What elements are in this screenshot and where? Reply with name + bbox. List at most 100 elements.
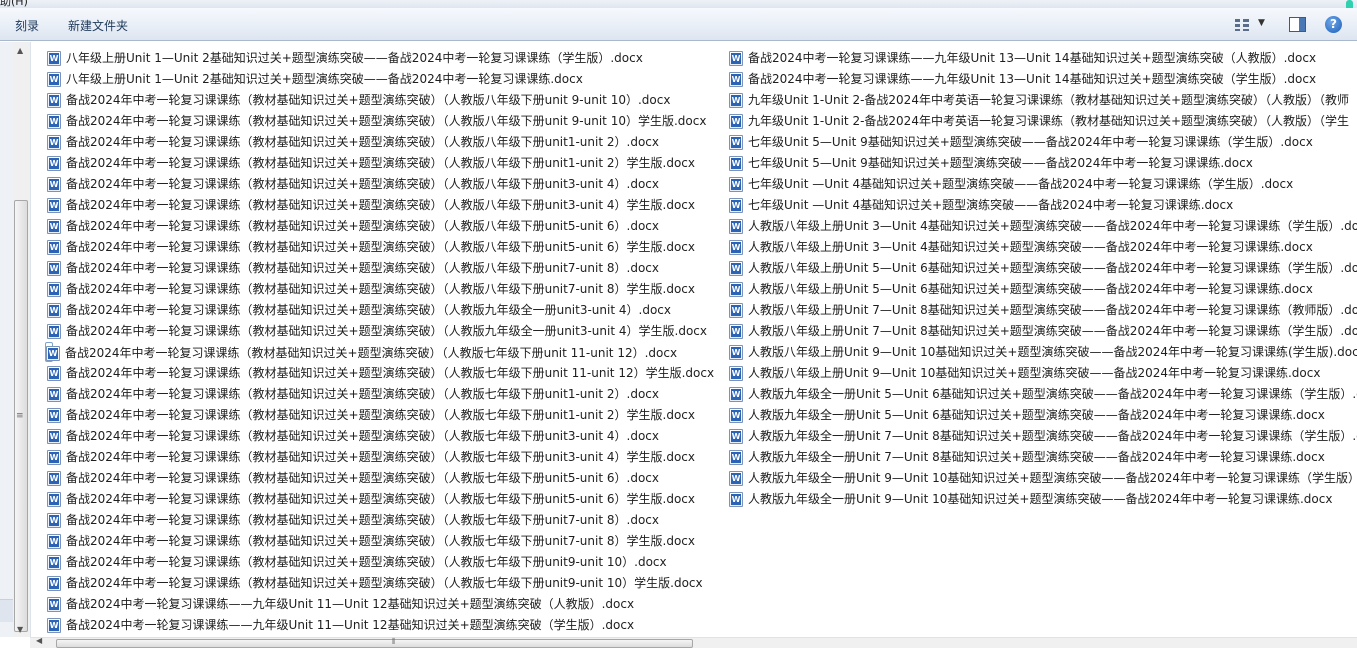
file-name: 备战2024年中考一轮复习课课练（教材基础知识过关+题型演练突破）（人教版八年级…: [66, 219, 659, 233]
file-name: 备战2024中考一轮复习课课练——九年级Unit 11—Unit 12基础知识过…: [66, 618, 635, 632]
scroll-left-icon[interactable]: ◀: [36, 636, 42, 645]
menu-bar: 助(H): [0, 0, 1357, 8]
file-name: 人教版八年级上册Unit 5—Unit 6基础知识过关+题型演练突破——备战20…: [748, 261, 1357, 275]
word-document-icon: [729, 156, 743, 171]
word-document-icon: [729, 135, 743, 150]
file-name: 八年级上册Unit 1—Unit 2基础知识过关+题型演练突破——备战2024中…: [66, 72, 583, 86]
preview-pane-icon[interactable]: [1289, 17, 1306, 32]
word-document-icon: [729, 471, 743, 486]
word-document-icon: [729, 324, 743, 339]
file-name: 人教版九年级全一册Unit 7—Unit 8基础知识过关+题型演练突破——备战2…: [748, 450, 1325, 464]
word-document-icon: [729, 282, 743, 297]
file-name: 备战2024年中考一轮复习课课练（教材基础知识过关+题型演练突破）（人教版七年级…: [66, 408, 695, 422]
word-document-icon: [729, 366, 743, 381]
file-name: 人教版八年级上册Unit 3—Unit 4基础知识过关+题型演练突破——备战20…: [748, 240, 1313, 254]
word-document-icon: [729, 450, 743, 465]
word-document-icon: [47, 324, 61, 339]
file-name: 七年级Unit —Unit 4基础知识过关+题型演练突破——备战2024中考一轮…: [748, 198, 1234, 212]
navigation-pane-item[interactable]: [0, 599, 13, 622]
word-document-icon: [729, 177, 743, 192]
file-name: 备战2024年中考一轮复习课课练（教材基础知识过关+题型演练突破）（人教版八年级…: [66, 156, 695, 170]
word-document-icon: [47, 135, 61, 150]
word-document-icon: [47, 387, 61, 402]
file-name: 九年级Unit 1-Unit 2-备战2024年中考英语一轮复习课课练（教材基础…: [748, 114, 1350, 128]
word-document-icon: [47, 408, 61, 423]
file-name: 备战2024年中考一轮复习课课练（教材基础知识过关+题型演练突破）（人教版七年级…: [66, 555, 667, 569]
word-document-icon: [47, 618, 61, 633]
file-name: 备战2024年中考一轮复习课课练（教材基础知识过关+题型演练突破）（人教版八年级…: [66, 282, 695, 296]
word-document-icon: [47, 492, 61, 507]
word-document-icon: [47, 429, 61, 444]
word-document-icon: [47, 282, 61, 297]
file-name: 备战2024年中考一轮复习课课练（教材基础知识过关+题型演练突破）（人教版七年级…: [65, 346, 678, 360]
word-document-icon: [729, 429, 743, 444]
word-document-icon: [729, 387, 743, 402]
file-name: 备战2024年中考一轮复习课课练（教材基础知识过关+题型演练突破）（人教版七年级…: [66, 450, 695, 464]
file-name: 备战2024年中考一轮复习课课练（教材基础知识过关+题型演练突破）（人教版七年级…: [66, 387, 659, 401]
file-name: 七年级Unit —Unit 4基础知识过关+题型演练突破——备战2024中考一轮…: [748, 177, 1294, 191]
file-name: 人教版八年级上册Unit 5—Unit 6基础知识过关+题型演练突破——备战20…: [748, 282, 1313, 296]
new-folder-button[interactable]: 新建文件夹: [68, 17, 128, 34]
file-name: 备战2024年中考一轮复习课课练（教材基础知识过关+题型演练突破）（人教版八年级…: [66, 114, 707, 128]
word-document-icon: [729, 492, 743, 507]
word-document-icon: [47, 198, 61, 213]
scroll-up-icon[interactable]: ▲: [17, 46, 23, 55]
file-name: 备战2024年中考一轮复习课课练（教材基础知识过关+题型演练突破）（人教版八年级…: [66, 177, 659, 191]
scroll-down-icon[interactable]: ▼: [17, 625, 23, 634]
vertical-scrollbar[interactable]: ▲ ≡ ▼: [13, 42, 31, 637]
burn-button[interactable]: 刻录: [15, 17, 39, 34]
navigation-pane: [0, 42, 14, 637]
word-document-icon: [47, 303, 61, 318]
chevron-down-icon[interactable]: ▼: [1258, 18, 1265, 28]
word-document-icon: [729, 198, 743, 213]
word-document-icon: [47, 72, 61, 87]
file-name: 备战2024年中考一轮复习课课练（教材基础知识过关+题型演练突破）（人教版八年级…: [66, 93, 671, 107]
file-item[interactable]: 备战2024年中考一轮复习课课练（教材基础知识过关+题型演练突破）（人教版七年级…: [45, 342, 677, 362]
file-name: 人教版八年级上册Unit 3—Unit 4基础知识过关+题型演练突破——备战20…: [748, 219, 1357, 233]
file-name: 人教版八年级上册Unit 9—Unit 10基础知识过关+题型演练突破——备战2…: [748, 366, 1321, 380]
file-name: 人教版九年级全一册Unit 7—Unit 8基础知识过关+题型演练突破——备战2…: [748, 429, 1357, 443]
word-document-icon: [729, 345, 743, 360]
word-document-icon: [729, 408, 743, 423]
file-name: 八年级上册Unit 1—Unit 2基础知识过关+题型演练突破——备战2024中…: [66, 51, 643, 65]
word-document-icon: [729, 261, 743, 276]
word-document-icon: [47, 366, 61, 381]
word-document-icon: [46, 346, 60, 361]
file-name: 人教版九年级全一册Unit 5—Unit 6基础知识过关+题型演练突破——备战2…: [748, 387, 1357, 401]
file-name: 备战2024年中考一轮复习课课练（教材基础知识过关+题型演练突破）（人教版八年级…: [66, 240, 695, 254]
word-document-icon: [47, 261, 61, 276]
file-name: 人教版九年级全一册Unit 5—Unit 6基础知识过关+题型演练突破——备战2…: [748, 408, 1325, 422]
file-name: 备战2024年中考一轮复习课课练（教材基础知识过关+题型演练突破）（人教版七年级…: [66, 534, 695, 548]
file-name: 备战2024年中考一轮复习课课练（教材基础知识过关+题型演练突破）（人教版九年级…: [66, 324, 707, 338]
word-document-icon: [47, 450, 61, 465]
file-name: 备战2024中考一轮复习课课练——九年级Unit 13—Unit 14基础知识过…: [748, 72, 1317, 86]
file-name: 七年级Unit 5—Unit 9基础知识过关+题型演练突破——备战2024年中考…: [748, 156, 1253, 170]
menu-help-partial[interactable]: 助(H): [0, 0, 28, 8]
file-name: 人教版八年级上册Unit 7—Unit 8基础知识过关+题型演练突破——备战20…: [748, 303, 1357, 317]
file-name: 备战2024年中考一轮复习课课练（教材基础知识过关+题型演练突破）（人教版七年级…: [66, 471, 659, 485]
help-icon[interactable]: ?: [1325, 16, 1342, 33]
file-name: 人教版九年级全一册Unit 9—Unit 10基础知识过关+题型演练突破——备战…: [748, 471, 1357, 485]
word-document-icon: [729, 240, 743, 255]
file-name: 备战2024年中考一轮复习课课练（教材基础知识过关+题型演练突破）（人教版七年级…: [66, 513, 659, 527]
word-document-icon: [729, 51, 743, 66]
word-document-icon: [47, 471, 61, 486]
file-name: 备战2024中考一轮复习课课练——九年级Unit 13—Unit 14基础知识过…: [748, 51, 1317, 65]
word-document-icon: [47, 219, 61, 234]
view-options-icon[interactable]: [1234, 18, 1250, 32]
word-document-icon: [47, 51, 61, 66]
word-document-icon: [47, 156, 61, 171]
horizontal-scrollbar[interactable]: ◀ ⦀: [30, 636, 1357, 648]
scroll-grip-icon: ≡: [16, 411, 24, 421]
word-document-icon: [47, 513, 61, 528]
vertical-scroll-thumb[interactable]: ≡: [14, 200, 28, 632]
scroll-grip-icon: ⦀: [392, 637, 396, 646]
file-name: 备战2024年中考一轮复习课课练（教材基础知识过关+题型演练突破）（人教版八年级…: [66, 261, 659, 275]
file-name: 七年级Unit 5—Unit 9基础知识过关+题型演练突破——备战2024年中考…: [748, 135, 1313, 149]
word-document-icon: [47, 597, 61, 612]
word-document-icon: [47, 114, 61, 129]
file-name: 备战2024年中考一轮复习课课练（教材基础知识过关+题型演练突破）（人教版七年级…: [66, 429, 659, 443]
word-document-icon: [47, 576, 61, 591]
file-name: 人教版八年级上册Unit 7—Unit 8基础知识过关+题型演练突破——备战20…: [748, 324, 1357, 338]
file-name: 备战2024年中考一轮复习课课练（教材基础知识过关+题型演练突破）（人教版九年级…: [66, 303, 671, 317]
